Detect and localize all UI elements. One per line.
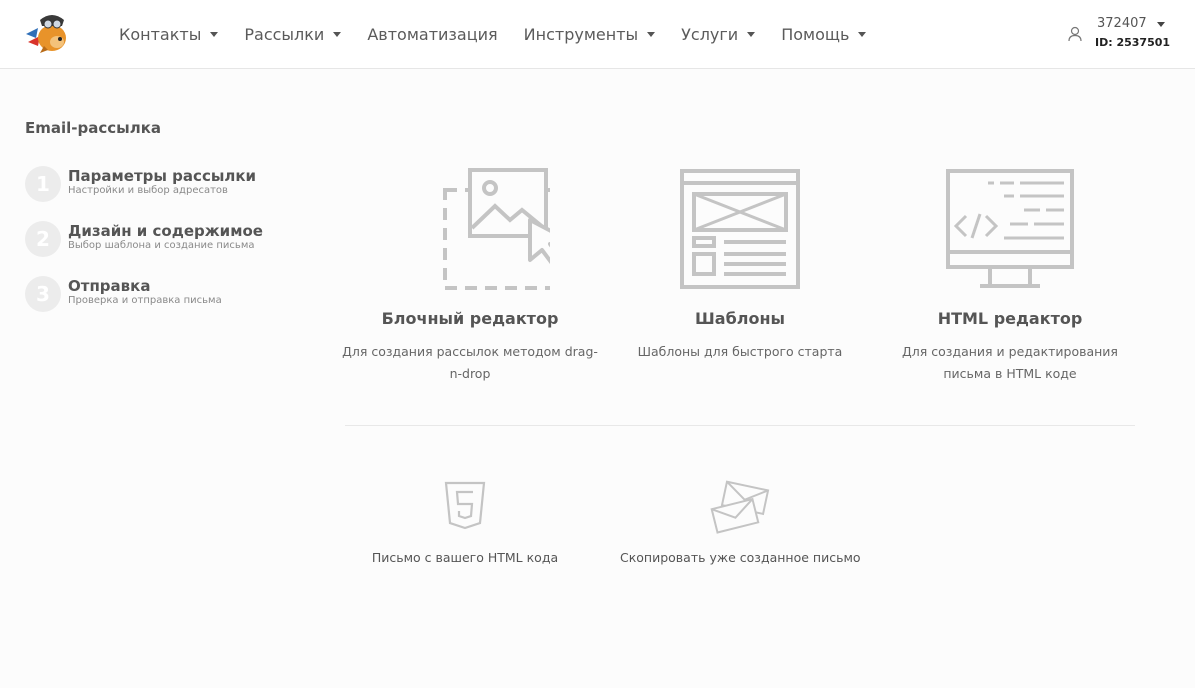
nav-mailings-label: Рассылки — [244, 24, 325, 44]
step-title: Отправка — [68, 277, 151, 295]
nav-mailings[interactable]: Рассылки — [244, 24, 342, 44]
step-parameters[interactable]: 1 Параметры рассылки Настройки и выбор а… — [25, 166, 305, 206]
chevron-down-icon — [858, 32, 867, 37]
option-block-editor[interactable]: Блочный редактор Для создания рассылок м… — [340, 168, 600, 381]
nav-contacts[interactable]: Контакты — [119, 24, 219, 44]
chevron-down-icon — [1156, 21, 1165, 27]
top-navbar: Контакты Рассылки Автоматизация Инструме… — [0, 0, 1195, 69]
chevron-down-icon — [647, 32, 656, 37]
divider — [345, 425, 1135, 426]
step-number: 2 — [25, 221, 61, 257]
logo[interactable] — [24, 12, 70, 54]
option-html-editor[interactable]: HTML редактор Для создания и редактирова… — [880, 168, 1140, 381]
step-subtitle: Выбор шаблона и создание письма — [68, 240, 255, 251]
templates-icon — [680, 169, 800, 289]
step-title: Параметры рассылки — [68, 167, 257, 185]
user-menu[interactable]: 372407 ID: 2537501 — [1068, 16, 1178, 54]
step-send[interactable]: 3 Отправка Проверка и отправка письма — [25, 276, 305, 316]
nav-help-label: Помощь — [781, 24, 850, 44]
option-copy-letter[interactable]: Скопировать уже созданное письмо — [620, 480, 861, 565]
option-description: Шаблоны для быстрого старта — [637, 344, 843, 359]
copy-envelopes-icon — [710, 480, 770, 534]
option-title: Шаблоны — [695, 309, 785, 328]
nav-services-label: Услуги — [681, 24, 739, 44]
option-description: Для создания и редактирования письма в H… — [902, 344, 1118, 381]
user-account-number[interactable]: 372407 — [1097, 16, 1165, 31]
step-subtitle: Настройки и выбор адресатов — [68, 185, 228, 196]
html5-icon — [444, 481, 486, 530]
nav-help[interactable]: Помощь — [781, 24, 867, 44]
block-editor-icon — [443, 168, 550, 290]
chevron-down-icon — [210, 32, 219, 37]
chevron-down-icon — [333, 32, 342, 37]
user-icon — [1068, 26, 1082, 42]
option-label: Скопировать уже созданное письмо — [620, 550, 861, 565]
step-number: 1 — [25, 166, 61, 202]
nav-automation-label: Автоматизация — [367, 24, 498, 44]
nav-automation[interactable]: Автоматизация — [367, 25, 497, 44]
option-description: Для создания рассылок методом drag-n-dro… — [342, 344, 598, 381]
page-title: Email-рассылка — [25, 119, 162, 137]
nav-tools[interactable]: Инструменты — [524, 25, 656, 44]
option-label: Письмо с вашего HTML кода — [371, 550, 559, 565]
main-nav: Контакты Рассылки Автоматизация Инструме… — [119, 0, 892, 68]
user-number-label: 372407 — [1097, 16, 1147, 31]
step-number: 3 — [25, 276, 61, 312]
nav-tools-label: Инструменты — [523, 24, 639, 44]
option-html-code[interactable]: Письмо с вашего HTML кода — [365, 480, 565, 565]
chevron-down-icon — [747, 32, 756, 37]
option-templates[interactable]: Шаблоны Шаблоны для быстрого старта — [610, 168, 870, 359]
option-title: HTML редактор — [937, 309, 1083, 328]
html-editor-icon — [946, 169, 1074, 288]
nav-contacts-label: Контакты — [119, 24, 202, 44]
option-title: Блочный редактор — [381, 309, 559, 328]
nav-services[interactable]: Услуги — [681, 24, 756, 44]
step-subtitle: Проверка и отправка письма — [68, 295, 222, 306]
user-id: ID: 2537501 — [1095, 36, 1171, 49]
step-title: Дизайн и содержимое — [68, 222, 263, 240]
step-design[interactable]: 2 Дизайн и содержимое Выбор шаблона и со… — [25, 221, 305, 261]
